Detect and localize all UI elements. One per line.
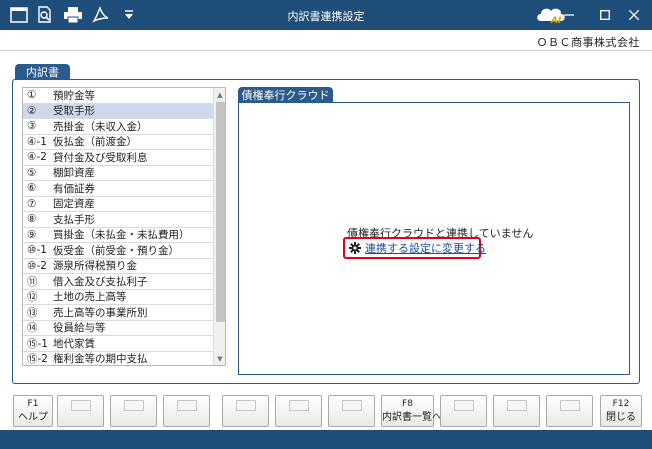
scroll-down-icon[interactable]: ▼ <box>214 352 225 365</box>
list-item[interactable]: ④-2 貸付金及び受取利息 <box>23 150 213 166</box>
list-item[interactable]: ⑩-1 仮受金（前受金・預り金） <box>23 243 213 259</box>
gear-icon <box>349 242 361 254</box>
fkey-blank-button[interactable] <box>493 395 540 427</box>
fkey-blank-button[interactable] <box>546 395 593 427</box>
fkey-blank-button[interactable] <box>110 395 157 427</box>
change-link-setting-link[interactable]: 連携する設定に変更する <box>365 240 486 256</box>
f1-help-button[interactable]: F1 ヘルプ <box>13 395 53 427</box>
title-bar: 内訳書連携設定 AI <box>0 0 652 30</box>
search-doc-icon[interactable] <box>34 4 56 26</box>
list-item[interactable]: ⑧ 支払手形 <box>23 212 213 228</box>
window-icon[interactable] <box>8 4 30 26</box>
f12-close-button[interactable]: F12 閉じる <box>600 395 642 427</box>
statement-list[interactable]: ① 預貯金等 ② 受取手形 ③ 売掛金（未収入金） ④-1 仮払金（前渡金） ④-2 貸付… <box>22 87 226 366</box>
pdf-icon[interactable] <box>90 4 112 26</box>
list-item[interactable]: ⑬ 売上高等の事業所別 <box>23 305 213 321</box>
list-item[interactable]: ⑭ 役員給与等 <box>23 321 213 336</box>
fkey-blank-button[interactable] <box>57 395 104 427</box>
list-scrollbar[interactable]: ▲ ▼ <box>213 88 225 365</box>
print-icon[interactable] <box>62 4 84 26</box>
list-item[interactable]: ⑩-2 源泉所得税預り金 <box>23 259 213 274</box>
divider <box>0 50 652 51</box>
fkey-blank-button[interactable] <box>440 395 487 427</box>
list-item[interactable]: ⑥ 有価証券 <box>23 181 213 197</box>
close-icon[interactable] <box>616 0 652 30</box>
fkey-blank-button[interactable] <box>163 395 210 427</box>
list-item[interactable]: ④-1 仮払金（前渡金） <box>23 135 213 150</box>
list-item[interactable]: ⑦ 固定資産 <box>23 197 213 212</box>
list-item[interactable]: ⑫ 土地の売上高等 <box>23 290 213 305</box>
company-name: ＯＢＣ商事株式会社 <box>536 36 640 49</box>
list-item[interactable]: ⑪ 借入金及び支払利子 <box>23 274 213 290</box>
fkey-blank-button[interactable] <box>222 395 269 427</box>
tab-uchiwakesho[interactable]: 内訳書 <box>15 64 70 80</box>
list-item-selected[interactable]: ② 受取手形 <box>23 103 213 119</box>
function-key-bar: F1 ヘルプ F8 内訳書一覧へ F12 閉じる <box>0 395 652 429</box>
fkey-blank-button[interactable] <box>275 395 322 427</box>
minimize-icon[interactable] <box>551 0 587 30</box>
tab-saiken-bugyo-cloud[interactable]: 債権奉行クラウド <box>238 87 333 103</box>
scroll-up-icon[interactable]: ▲ <box>214 88 225 101</box>
list-item[interactable]: ③ 売掛金（未収入金） <box>23 119 213 135</box>
list-item[interactable]: ① 預貯金等 <box>23 88 213 104</box>
fkey-blank-button[interactable] <box>328 395 375 427</box>
list-item[interactable]: ⑨ 買掛金（未払金・未払費用） <box>23 228 213 243</box>
change-link-setting-button[interactable]: 連携する設定に変更する <box>343 237 486 259</box>
status-bar <box>0 430 652 449</box>
f8-statement-list-button[interactable]: F8 内訳書一覧へ <box>381 395 442 427</box>
list-item[interactable]: ⑤ 棚卸資産 <box>23 166 213 181</box>
scrollbar-thumb[interactable] <box>216 102 225 322</box>
menu-down-icon[interactable] <box>118 4 140 26</box>
list-item[interactable]: ⑮-2 権利金等の期中支払 <box>23 352 213 365</box>
list-item[interactable]: ⑮-1 地代家賃 <box>23 336 213 352</box>
